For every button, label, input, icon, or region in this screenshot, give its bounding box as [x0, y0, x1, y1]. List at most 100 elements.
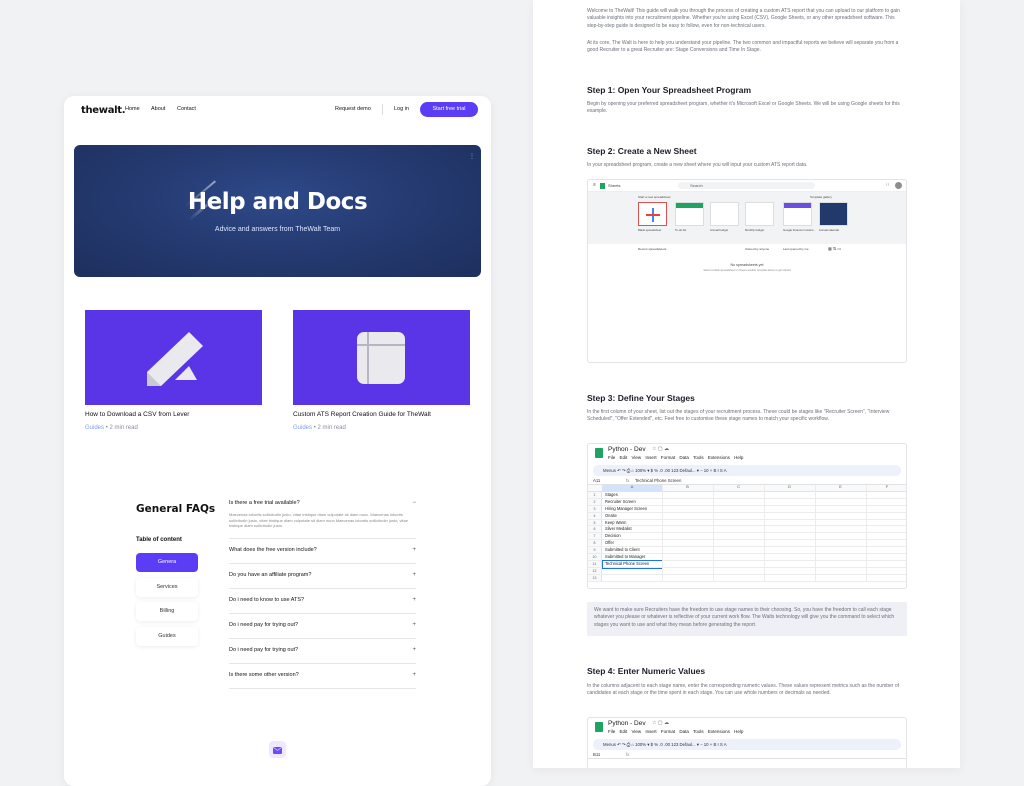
owner-filter[interactable]: Owned by anyone — [745, 247, 769, 251]
toc-billing[interactable]: Billing — [136, 602, 198, 621]
expand-icon[interactable]: + — [412, 672, 416, 678]
stage-cell[interactable]: Submitted to Manager — [605, 554, 645, 561]
guide-tag[interactable]: Guides — [85, 425, 104, 431]
column-header-f[interactable]: F — [866, 485, 906, 489]
faq-question[interactable]: Do i need pay for trying out? — [229, 647, 416, 654]
sheet-row[interactable]: 10 Submitted to Manager — [588, 554, 906, 561]
faq-question[interactable]: Do you have an affiliate program? — [229, 572, 416, 579]
row-number[interactable]: 9 — [588, 547, 602, 554]
stage-cell[interactable]: Recruiter Screen — [605, 499, 636, 506]
envelope-icon[interactable] — [269, 741, 286, 758]
start-trial-button[interactable]: Start free trial — [420, 102, 478, 117]
nav-contact[interactable]: Contact — [177, 106, 196, 112]
faq-item[interactable]: Do i need pay for trying out? + — [229, 647, 416, 664]
sheet-row[interactable]: 8 Offer — [588, 540, 906, 548]
view-toggle-icons[interactable]: ▦ ⇅ ▭ — [828, 246, 841, 251]
row-number[interactable]: 13 — [588, 574, 602, 581]
stage-cell[interactable]: Onsite — [605, 513, 617, 520]
column-header-a[interactable]: A — [602, 485, 662, 491]
annual-budget-template[interactable] — [710, 202, 739, 226]
toc-guides[interactable]: Guides — [136, 627, 198, 646]
faq-item[interactable]: Do you have an affiliate program? + — [229, 572, 416, 589]
sheets-search-input[interactable]: Search — [678, 182, 815, 189]
sheet-menubar[interactable]: File Edit View Insert Format Data Tools … — [608, 729, 743, 734]
template-gallery-link[interactable]: Template gallery — [810, 195, 832, 199]
cell-reference[interactable]: A11 — [593, 476, 600, 485]
collapse-icon[interactable]: − — [412, 500, 416, 506]
sheet-row[interactable]: 1 Stages — [588, 492, 906, 499]
faq-question[interactable]: What does the free version include? — [229, 547, 416, 554]
stage-cell[interactable]: Hiring Manager Screen — [605, 506, 647, 513]
column-header-e[interactable]: E — [815, 485, 866, 489]
sheet-row[interactable]: 12 — [588, 567, 906, 575]
expand-icon[interactable]: + — [412, 547, 416, 553]
row-number[interactable]: 4 — [588, 512, 602, 519]
faq-question[interactable]: Do i need pay for trying out? — [229, 622, 416, 629]
nav-login[interactable]: Log in — [394, 106, 409, 112]
star-icon[interactable]: ☆ ▢ ☁ — [652, 720, 669, 726]
row-number[interactable]: 7 — [588, 533, 602, 540]
faq-question[interactable]: Do i need to know to use ATS? — [229, 597, 416, 604]
toc-general[interactable]: Genera — [136, 553, 198, 572]
avatar[interactable] — [895, 182, 902, 189]
faq-item[interactable]: Do i need pay for trying out? + — [229, 622, 416, 639]
row-number[interactable]: 8 — [588, 540, 602, 547]
sheet-title[interactable]: Python - Dev — [608, 720, 646, 727]
stage-cell[interactable]: Offer — [605, 540, 614, 547]
stage-cell[interactable]: Technical Phone Screen — [602, 559, 663, 569]
monthly-budget-template[interactable] — [745, 202, 774, 226]
site-logo[interactable]: thewalt. — [81, 105, 126, 116]
faq-question[interactable]: Is there a free trial available? — [229, 500, 416, 507]
faq-item[interactable]: What does the free version include? + — [229, 547, 416, 564]
sheet-row[interactable]: 13 — [588, 574, 906, 582]
sheet-row[interactable]: 9 Submitted to Client — [588, 547, 906, 555]
row-number[interactable]: 6 — [588, 526, 602, 533]
row-number[interactable]: 5 — [588, 519, 602, 526]
sheet-row[interactable]: 6 Silver Medalist — [588, 526, 906, 534]
faq-item[interactable]: Do i need to know to use ATS? + — [229, 597, 416, 614]
stage-cell[interactable]: Silver Medalist — [605, 526, 632, 533]
nav-home[interactable]: Home — [125, 106, 140, 112]
faq-question[interactable]: Is there some other version? — [229, 672, 416, 679]
blank-template[interactable] — [638, 202, 667, 226]
stage-cell[interactable]: Submitted to Client — [605, 547, 640, 554]
row-number[interactable]: 2 — [588, 498, 602, 505]
sort-filter[interactable]: Last opened by me — [783, 247, 809, 251]
row-number[interactable]: 3 — [588, 505, 602, 512]
sheet-row[interactable]: 7 Decision — [588, 533, 906, 541]
nav-about[interactable]: About — [151, 106, 165, 112]
stage-cell[interactable]: Stages — [605, 492, 618, 499]
sheet-row[interactable]: 4 Onsite — [588, 512, 906, 520]
sheet-row[interactable]: 2 Recruiter Screen — [588, 498, 906, 506]
sheet-menubar[interactable]: File Edit View Insert Format Data Tools … — [608, 455, 743, 460]
expand-icon[interactable]: + — [412, 647, 416, 653]
guide-card-csv[interactable]: How to Download a CSV from Lever Guides … — [85, 310, 262, 431]
sheet-row[interactable]: 3 Hiring Manager Screen — [588, 505, 906, 513]
sheet-row[interactable]: 5 Keep Warm — [588, 519, 906, 527]
column-header-b[interactable]: B — [662, 485, 713, 489]
stage-cell[interactable]: Decision — [605, 533, 621, 540]
finance-template[interactable] — [783, 202, 812, 226]
faq-item[interactable]: Is there a free trial available? − Maece… — [229, 500, 416, 539]
guide-title[interactable]: How to Download a CSV from Lever — [85, 411, 262, 419]
expand-icon[interactable]: + — [412, 572, 416, 578]
toc-services[interactable]: Services — [136, 578, 198, 597]
stage-cell[interactable]: Keep Warm — [605, 520, 626, 527]
sheet-row[interactable]: 11 Technical Phone Screen — [588, 559, 906, 569]
column-header-d[interactable]: D — [764, 485, 815, 489]
guide-title[interactable]: Custom ATS Report Creation Guide for The… — [293, 411, 470, 419]
expand-icon[interactable]: + — [412, 597, 416, 603]
cell-reference[interactable]: B11 — [593, 750, 600, 759]
sheet-toolbar[interactable]: Menus ↶ ↷ ⎙ ⌂ 100% ▾ $ % .0 .00 123 Defa… — [593, 739, 901, 750]
todo-template[interactable] — [675, 202, 704, 226]
sheet-title[interactable]: Python - Dev — [608, 446, 646, 453]
star-icon[interactable]: ☆ ▢ ☁ — [652, 446, 669, 452]
guide-tag[interactable]: Guides — [293, 425, 312, 431]
expand-icon[interactable]: + — [412, 622, 416, 628]
formula-input[interactable]: Technical Phone Screen — [635, 476, 681, 485]
nav-request-demo[interactable]: Request demo — [335, 106, 371, 112]
calendar-template[interactable] — [819, 202, 848, 226]
row-number[interactable]: 10 — [588, 554, 602, 560]
row-number[interactable]: 12 — [588, 567, 602, 574]
guide-card-ats[interactable]: Custom ATS Report Creation Guide for The… — [293, 310, 470, 431]
